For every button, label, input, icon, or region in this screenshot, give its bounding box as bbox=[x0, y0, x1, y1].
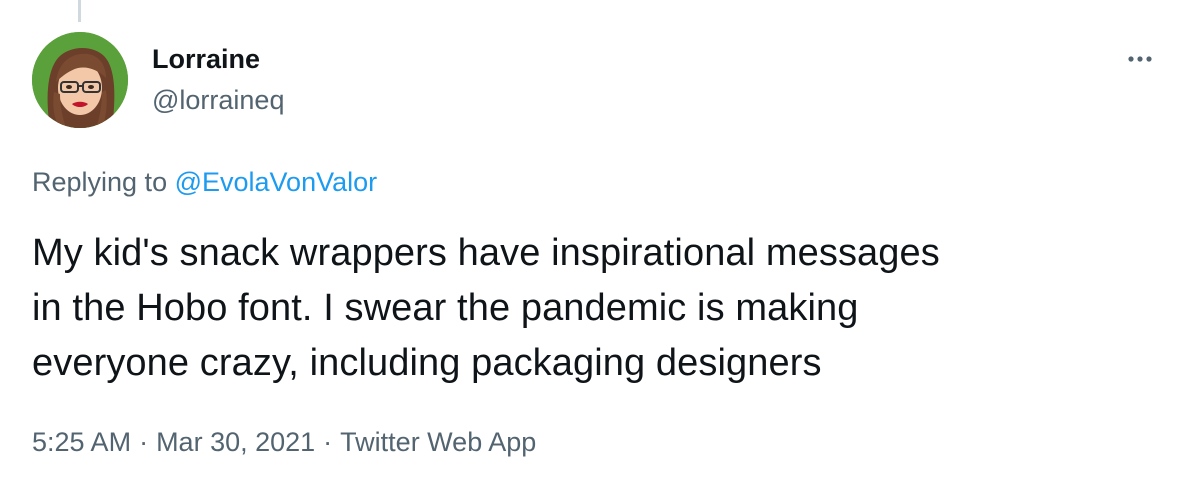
avatar[interactable] bbox=[32, 32, 128, 128]
tweet-text-line: in the Hobo font. I swear the pandemic i… bbox=[32, 287, 859, 329]
meta-separator: · bbox=[139, 427, 149, 457]
tweet-time-link[interactable]: 5:25 AM bbox=[32, 427, 131, 457]
tweet-card: Lorraine @lorraineq Replying to @EvolaVo… bbox=[0, 0, 1188, 484]
tweet-text-line: everyone crazy, including packaging desi… bbox=[32, 342, 822, 384]
tweet-text: My kid's snack wrappers have inspiration… bbox=[32, 226, 1152, 391]
more-horizontal-icon bbox=[1128, 56, 1152, 62]
meta-separator: · bbox=[323, 427, 333, 457]
tweet-text-line: My kid's snack wrappers have inspiration… bbox=[32, 232, 940, 274]
replying-to-line: Replying to @EvolaVonValor bbox=[32, 164, 377, 200]
more-options-button[interactable] bbox=[1118, 42, 1162, 76]
avatar-illustration bbox=[32, 32, 128, 128]
replying-to-label: Replying to bbox=[32, 167, 175, 197]
thread-connector-line bbox=[78, 0, 81, 22]
reply-mention-link[interactable]: @EvolaVonValor bbox=[175, 167, 378, 197]
author-handle[interactable]: @lorraineq bbox=[152, 83, 284, 117]
tweet-source-link[interactable]: Twitter Web App bbox=[340, 427, 536, 457]
tweet-date-link[interactable]: Mar 30, 2021 bbox=[156, 427, 315, 457]
author-display-name[interactable]: Lorraine bbox=[152, 42, 260, 76]
tweet-metadata: 5:25 AM · Mar 30, 2021 · Twitter Web App bbox=[32, 424, 536, 460]
